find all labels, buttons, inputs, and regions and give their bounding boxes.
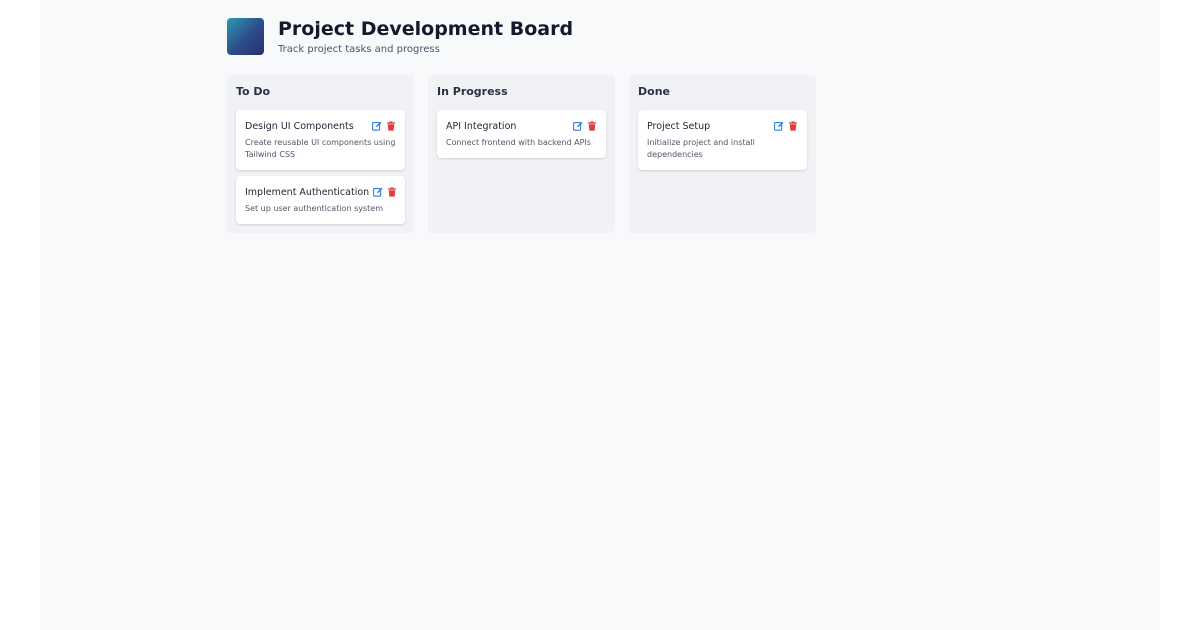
edit-icon[interactable] (573, 121, 583, 131)
page-subtitle: Track project tasks and progress (278, 44, 440, 55)
column-done: Done Project Setup Initialize project an… (629, 75, 816, 233)
task-description: Initialize project and install dependenc… (647, 138, 755, 159)
card-actions (368, 121, 396, 131)
page-title: Project Development Board (278, 18, 574, 40)
card-actions (770, 121, 798, 131)
kanban-board: To Do Design UI Components Create reusab… (227, 75, 816, 233)
edit-icon[interactable] (373, 187, 383, 197)
task-title: Design UI Components (245, 120, 354, 132)
task-description: Create reusable UI components using Tail… (245, 138, 396, 159)
task-card[interactable]: Design UI Components Create reusable UI … (236, 110, 405, 170)
trash-icon[interactable] (587, 121, 597, 131)
task-title: Implement Authentication (245, 186, 370, 198)
board-page: Project Development Board Track project … (40, 0, 1160, 630)
board-header: Project Development Board Track project … (227, 18, 573, 55)
card-actions (369, 187, 397, 197)
task-card[interactable]: API Integration Connect frontend with ba… (437, 110, 606, 158)
task-title: Project Setup (647, 120, 711, 132)
trash-icon[interactable] (387, 187, 397, 197)
header-text: Project Development Board Track project … (278, 18, 573, 55)
app-logo (227, 18, 264, 55)
column-title: In Progress (437, 85, 508, 98)
task-description: Connect frontend with backend APIs (446, 138, 591, 147)
card-actions (569, 121, 597, 131)
edit-icon[interactable] (372, 121, 382, 131)
task-card[interactable]: Implement Authentication Set up user aut… (236, 176, 405, 224)
trash-icon[interactable] (386, 121, 396, 131)
trash-icon[interactable] (788, 121, 798, 131)
task-card[interactable]: Project Setup Initialize project and ins… (638, 110, 807, 170)
column-title: Done (638, 85, 670, 98)
column-title: To Do (236, 85, 271, 98)
task-title: API Integration (446, 120, 517, 132)
edit-icon[interactable] (774, 121, 784, 131)
task-description: Set up user authentication system (245, 204, 383, 213)
column-todo: To Do Design UI Components Create reusab… (227, 75, 414, 233)
column-in-progress: In Progress API Integration Connect fron… (428, 75, 615, 233)
